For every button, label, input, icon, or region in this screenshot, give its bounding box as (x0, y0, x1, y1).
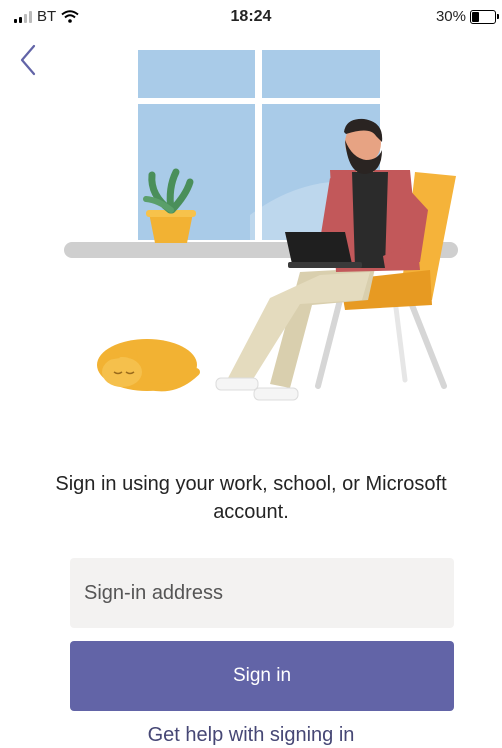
signin-address-input[interactable] (70, 558, 454, 628)
status-right: 30% (435, 8, 499, 25)
battery-icon (470, 9, 499, 24)
person-working-illustration (64, 50, 458, 401)
cat-illustration (97, 339, 200, 392)
status-time: 18:24 (230, 8, 272, 25)
signin-prompt: Sign in using your work, school, or Micr… (55, 473, 447, 523)
get-help-link[interactable]: Get help with signing in (0, 724, 502, 747)
battery-percent: 30% (435, 8, 466, 25)
status-bar: BT 18:24 30% (0, 0, 502, 36)
signin-button[interactable]: Sign in (70, 641, 454, 711)
